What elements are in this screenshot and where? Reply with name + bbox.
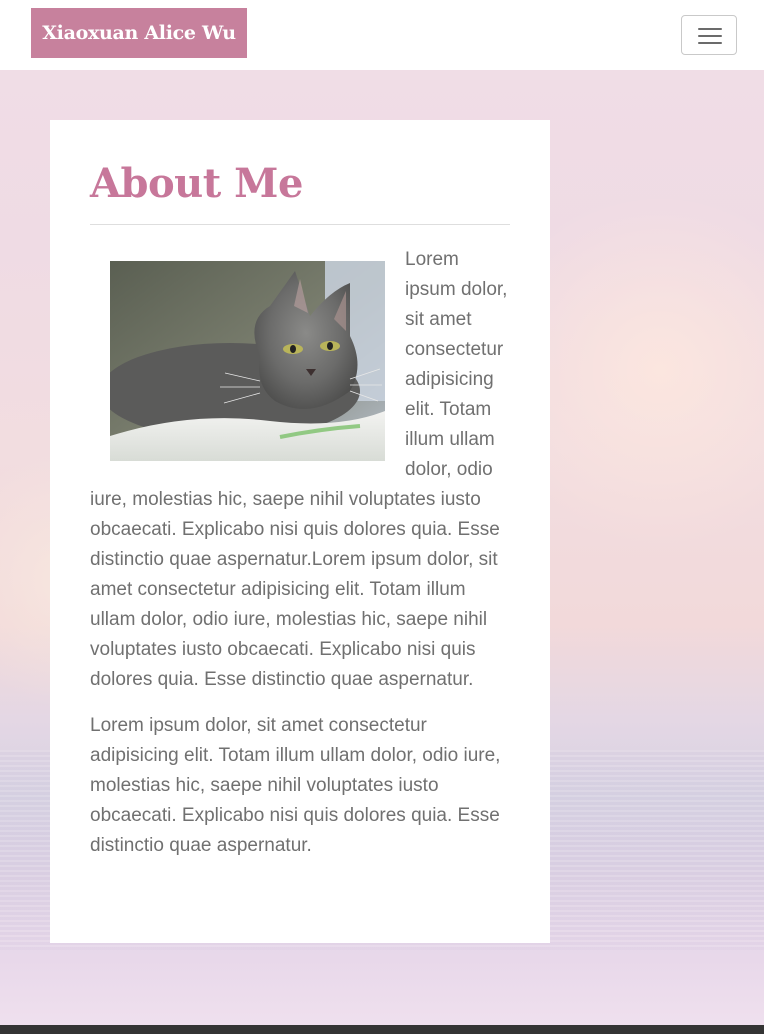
hamburger-menu-icon	[698, 28, 722, 30]
cat-photo	[110, 261, 385, 461]
footer-bar	[0, 1025, 764, 1034]
hamburger-menu-icon-bar	[698, 42, 722, 44]
hamburger-menu-icon-bar	[698, 35, 722, 37]
page-title: About Me	[90, 160, 303, 207]
about-card: About Me Lorem ipsum dolor, sit amet con…	[50, 120, 550, 943]
about-paragraph-2: Lorem ipsum dolor, sit amet consectetur …	[90, 715, 501, 856]
brand-logo[interactable]: Xiaoxuan Alice Wu	[31, 8, 247, 58]
top-navbar: Xiaoxuan Alice Wu	[0, 0, 764, 70]
title-divider	[90, 224, 510, 225]
menu-toggle-button[interactable]	[681, 15, 737, 55]
